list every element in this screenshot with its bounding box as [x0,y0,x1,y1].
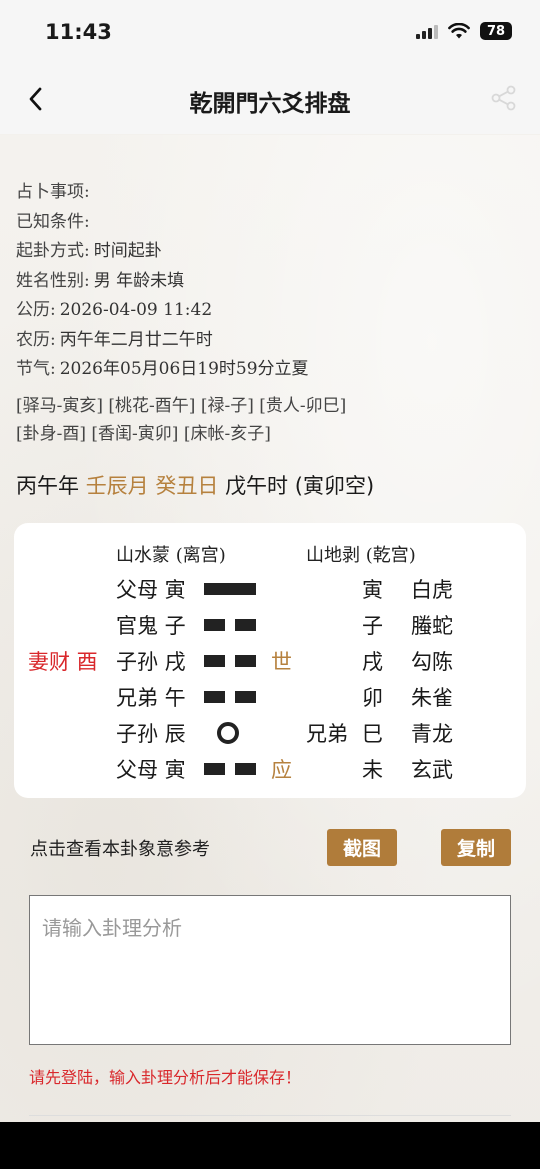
yin-line-right [235,655,256,667]
yao-row: 父母 寅 应 未 玄武 [14,750,526,786]
login-warning: 请先登陆，输入卦理分析后才能保存！ [29,1068,302,1087]
six-spirit: 勾陈 [411,650,453,674]
changed-branch: 戌 [362,650,383,674]
home-indicator-bar [0,1122,540,1169]
hexagram-reference-link[interactable]: 点击查看本卦象意参考 [30,835,210,861]
analysis-input[interactable]: 请输入卦理分析 [29,895,511,1045]
info-line-name-gender: 姓名性别: 男 年龄未填 [16,270,185,291]
yin-line-left [204,763,225,775]
changed-branch: 巳 [362,722,383,746]
status-icons: 78 [416,22,512,40]
info-line-conditions: 已知条件: [16,211,90,232]
info-line-solar-term: 节气: 2026年05月06日19时59分立夏 [16,359,309,379]
changed-hexagram-title: 山地剥 (乾宫) [306,545,416,566]
status-bar: 11:43 78 [0,0,540,66]
moving-line-circle-icon [217,722,239,744]
changed-branch: 寅 [362,578,383,602]
screenshot-button[interactable]: 截图 [327,829,397,866]
yao-row: 兄弟 午 卯 朱雀 [14,678,526,714]
ganzhi-hour: 戊午时 [225,474,289,498]
tags-row-2: [卦身-酉] [香闺-寅卯] [床帐-亥子] [16,424,271,444]
shensha-tags: [驿马-寅亥] [桃花-酉午] [禄-子] [贵人-卯巳] [卦身-酉] [香闺… [16,392,346,448]
yao-relation: 父母 寅 [116,758,186,782]
yin-line-left [204,691,225,703]
status-time: 11:43 [45,20,112,44]
changed-branch: 子 [362,614,383,638]
yao-row: 父母 寅 寅 白虎 [14,570,526,606]
share-icon [491,85,516,111]
yao-relation: 子孙 戌 [116,650,186,674]
shi-ying-marker: 应 [271,758,292,782]
ganzhi-year: 丙午年 [16,474,79,498]
six-spirit: 玄武 [411,758,453,782]
yao-relation: 子孙 辰 [116,722,186,746]
info-line-gregorian: 公历: 2026-04-09 11:42 [16,300,213,320]
analysis-placeholder: 请输入卦理分析 [42,916,182,940]
copy-button[interactable]: 复制 [441,829,511,866]
six-spirit: 朱雀 [411,686,453,710]
six-spirit: 白虎 [411,578,453,602]
yao-relation: 兄弟 午 [116,686,186,710]
cellular-signal-icon [416,23,438,39]
changed-branch: 未 [362,758,383,782]
yin-line-left [204,655,225,667]
yao-relation: 父母 寅 [116,578,186,602]
ganzhi-void: (寅卯空) [294,474,375,498]
share-button[interactable] [490,84,518,112]
yao-relation: 官鬼 子 [116,614,186,638]
page-title: 乾開門六爻排盘 [189,91,351,117]
hexagram-card: 山水蒙 (离宫) 山地剥 (乾宫) 父母 寅 寅 白虎 官鬼 子 子 螣蛇 妻财… [14,523,526,798]
ganzhi-month: 壬辰月 [85,474,149,498]
wifi-icon [448,22,470,38]
changed-branch: 卯 [362,686,383,710]
ganzhi-day: 癸丑日 [155,474,219,498]
main-hexagram-title: 山水蒙 (离宫) [116,545,226,566]
yin-line-right [235,619,256,631]
changed-relation: 兄弟 [306,722,348,746]
yin-line-right [235,691,256,703]
yin-line-right [235,763,256,775]
six-spirit: 青龙 [411,722,453,746]
hidden-spirit: 妻财 酉 [28,650,98,674]
navigation-bar: 乾開門六爻排盘 [0,66,540,134]
yao-row: 妻财 酉 子孙 戌 世 戌 勾陈 [14,642,526,678]
yao-row: 官鬼 子 子 螣蛇 [14,606,526,642]
tags-row-1: [驿马-寅亥] [桃花-酉午] [禄-子] [贵人-卯巳] [16,396,347,416]
battery-icon: 78 [480,22,512,40]
six-spirit: 螣蛇 [411,614,453,638]
yao-row: 子孙 辰 兄弟 巳 青龙 [14,714,526,750]
shi-ying-marker: 世 [271,650,292,674]
yang-line [204,583,256,595]
yin-line-left [204,619,225,631]
info-line-lunar: 农历: 丙午年二月廿二午时 [16,329,213,350]
divination-info: 占卜事项: 已知条件: 起卦方式: 时间起卦 姓名性别: 男 年龄未填 公历: 202… [16,178,309,385]
info-line-method: 起卦方式: 时间起卦 [16,241,162,261]
ganzhi-line: 丙午年 壬辰月 癸丑日 戊午时 (寅卯空) [16,470,374,500]
info-line-matter: 占卜事项: [16,182,90,202]
